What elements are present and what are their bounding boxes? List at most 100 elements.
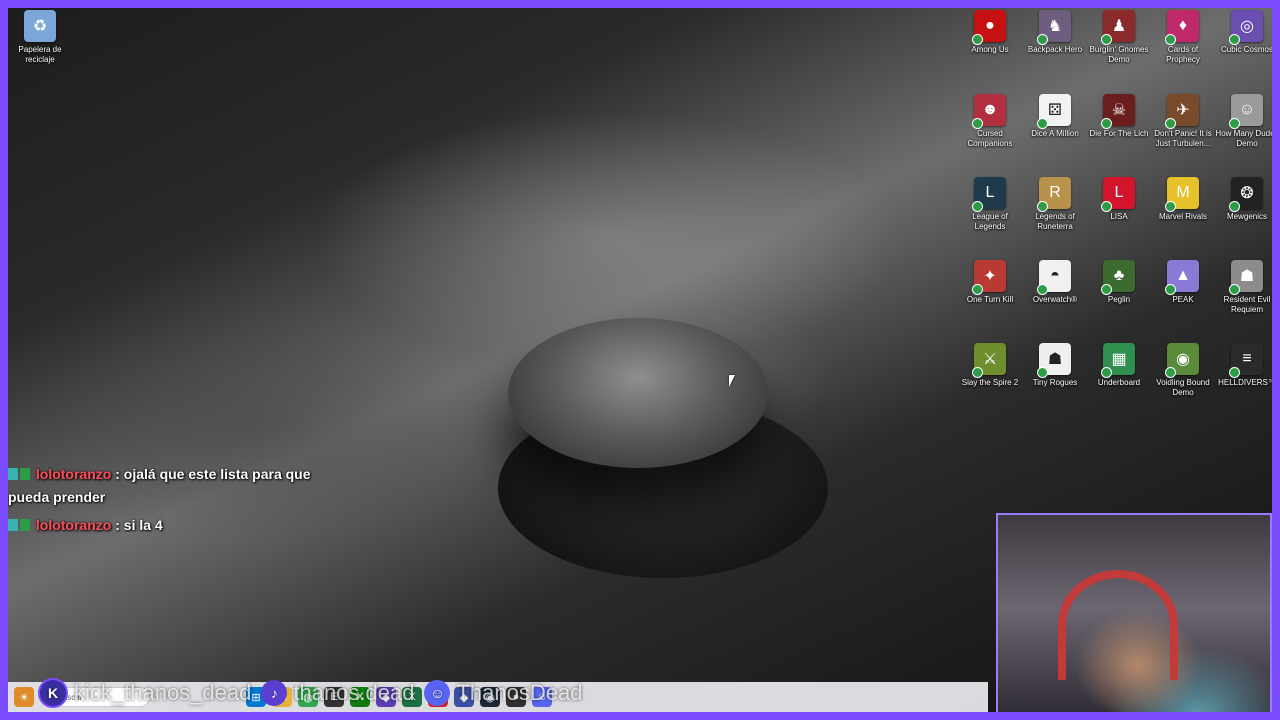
among-us-icon: ● (972, 10, 1006, 45)
chat-username: lolotoranzo (35, 466, 112, 482)
desktop-icon-label: Cards of Prophecy (1166, 45, 1200, 64)
discord-handle: ☺ ThanosDead (424, 680, 582, 706)
tiktok-icon: ♪ (261, 680, 288, 706)
desktop-icon-overwatch[interactable]: ◓ Overwatch® (1023, 260, 1087, 305)
chat-badge-icon (20, 468, 30, 480)
desktop-icon-league-of-legends[interactable]: L League of Legends (958, 177, 1022, 232)
die-for-the-lich-icon: ☠ (1101, 94, 1135, 129)
desktop: ♻ Papelera de reciclaje ● Among Us ♞ Backpa… (8, 8, 1272, 712)
peglin-icon: ♣ (1101, 260, 1135, 295)
cursed-companions-icon: ☻ (972, 94, 1006, 129)
desktop-icon-helldivers[interactable]: ≡ HELLDIVERS™ (1215, 343, 1272, 388)
desktop-icon-slay-the-spire[interactable]: ⚔ Slay the Spire 2 (958, 343, 1022, 388)
desktop-icon-dice-a-million[interactable]: ⚄ Dice A Million (1023, 94, 1087, 139)
resident-evil-icon: ☗ (1229, 260, 1263, 295)
desktop-icon-label: Underboard (1097, 378, 1141, 387)
recycle-bin-icon: ♻ (24, 10, 56, 42)
cubic-cosmos-icon: ◎ (1229, 10, 1263, 45)
dice-a-million-icon: ⚄ (1037, 94, 1071, 129)
desktop-icon-voidling-bound[interactable]: ◉ Voidling Bound Demo (1151, 343, 1215, 398)
sync-check-icon (1037, 284, 1048, 295)
tiktok-handle-text: thanos.dead (293, 680, 415, 705)
desktop-icon-tiny-rogues[interactable]: ☗ Tiny Rogues (1023, 343, 1087, 388)
lisa-icon: L (1101, 177, 1135, 212)
dont-panic-icon: ✈ (1165, 94, 1199, 129)
desktop-icon-marvel-rivals[interactable]: M Marvel Rivals (1151, 177, 1215, 222)
sync-check-icon (1165, 34, 1176, 45)
sync-check-icon (1229, 118, 1240, 129)
desktop-icon-legends-of-runeterra[interactable]: R Legends of Runeterra (1023, 177, 1087, 232)
cards-of-prophecy-icon: ♦ (1165, 10, 1199, 45)
desktop-icon-die-for-the-lich[interactable]: ☠ Die For The Lich (1087, 94, 1151, 139)
desktop-icon-label: Papelera de reciclaje (18, 45, 62, 64)
sync-check-icon (1101, 201, 1112, 212)
desktop-icon-mewgenics[interactable]: ❂ Mewgenics (1215, 177, 1272, 222)
desktop-icon-label: Among Us (971, 45, 1009, 54)
desktop-icon-label: Overwatch® (1032, 295, 1078, 304)
sync-check-icon (1101, 367, 1112, 378)
desktop-icon-one-turn-kill[interactable]: ✦ One Turn Kill (958, 260, 1022, 305)
desktop-icon-label: Die For The Lich (1089, 129, 1149, 138)
chat-message-continuation: pueda prender (8, 489, 106, 505)
desktop-icon-label: Resident Evil Requiem (1223, 295, 1271, 314)
slay-the-spire-icon: ⚔ (972, 343, 1006, 378)
burglin-gnomes-icon: ♟ (1101, 10, 1135, 45)
desktop-icon-label: Backpack Hero (1027, 45, 1083, 54)
desktop-icon-label: LISA (1110, 212, 1128, 221)
helldivers-icon: ≡ (1229, 343, 1263, 378)
sync-check-icon (1165, 367, 1176, 378)
desktop-icon-how-many-dudes[interactable]: ☺How Many Dudes Demo (1215, 94, 1272, 149)
backpack-hero-icon: ♞ (1037, 10, 1071, 45)
desktop-icon-burglin-gnomes[interactable]: ♟ Burglin' Gnomes Demo (1087, 10, 1151, 65)
sync-check-icon (1165, 201, 1176, 212)
webcam-feed (996, 513, 1272, 712)
underboard-icon: ▦ (1101, 343, 1135, 378)
mouse-cursor-icon (729, 375, 735, 387)
one-turn-kill-icon: ✦ (972, 260, 1006, 295)
desktop-icon-underboard[interactable]: ▦ Underboard (1087, 343, 1151, 388)
discord-handle-text: ThanosDead (456, 680, 583, 705)
desktop-icon-label: Tiny Rogues (1032, 378, 1078, 387)
chat-badge-icon (8, 468, 18, 480)
desktop-icon-dont-panic[interactable]: ✈ Don't Panic! It is Just Turbulen... (1151, 94, 1215, 149)
marvel-rivals-icon: M (1165, 177, 1199, 212)
sync-check-icon (1037, 201, 1048, 212)
desktop-icon-label: Marvel Rivals (1158, 212, 1207, 221)
chat-text: ojalá que este lista para que (119, 466, 311, 482)
desktop-icon-cards-of-prophecy[interactable]: ♦ Cards of Prophecy (1151, 10, 1215, 65)
overwatch-icon: ◓ (1037, 260, 1071, 295)
desktop-icon-among-us[interactable]: ● Among Us (958, 10, 1022, 55)
desktop-icon-resident-evil[interactable]: ☗ Resident Evil Requiem (1215, 260, 1272, 315)
sync-check-icon (1229, 201, 1240, 212)
desktop-icon-label: One Turn Kill (966, 295, 1014, 304)
desktop-icon-cursed-companions[interactable]: ☻ Cursed Companions (958, 94, 1022, 149)
desktop-icon-recycle-bin[interactable]: ♻ Papelera de reciclaje (8, 10, 72, 65)
desktop-icon-label: Cursed Companions (967, 129, 1013, 148)
chat-username: lolotoranzo (35, 517, 112, 533)
desktop-icon-backpack-hero[interactable]: ♞ Backpack Hero (1023, 10, 1087, 55)
desktop-icon-label: PEAK (1172, 295, 1194, 304)
sync-check-icon (1037, 367, 1048, 378)
how-many-dudes-icon: ☺ (1229, 94, 1263, 129)
desktop-icon-label: Cubic Cosmos (1220, 45, 1272, 54)
desktop-icon-label: HELLDIVERS™ (1218, 378, 1272, 387)
desktop-icon-peak[interactable]: ▲ PEAK (1151, 260, 1215, 305)
sync-check-icon (1165, 284, 1176, 295)
sync-check-icon (972, 34, 983, 45)
sync-check-icon (1229, 34, 1240, 45)
chat-badge-icon (8, 519, 18, 531)
legends-of-runeterra-icon: R (1037, 177, 1071, 212)
sync-check-icon (1101, 34, 1112, 45)
sync-check-icon (1229, 284, 1240, 295)
headphones-icon (1058, 570, 1178, 680)
desktop-icon-lisa[interactable]: L LISA (1087, 177, 1151, 222)
desktop-icon-label: Don't Panic! It is Just Turbulen... (1154, 129, 1212, 148)
tiny-rogues-icon: ☗ (1037, 343, 1071, 378)
desktop-icon-cubic-cosmos[interactable]: ◎ Cubic Cosmos (1215, 10, 1272, 55)
sync-check-icon (1165, 118, 1176, 129)
desktop-icon-peglin[interactable]: ♣ Peglin (1087, 260, 1151, 305)
chat-text: si la 4 (119, 517, 163, 533)
chat-message: lolotoranzo : si la 4 (8, 514, 348, 537)
mewgenics-icon: ❂ (1229, 177, 1263, 212)
social-overlay: K kick_thanos_dead ♪ thanos.dead ☺ Thano… (8, 678, 758, 708)
